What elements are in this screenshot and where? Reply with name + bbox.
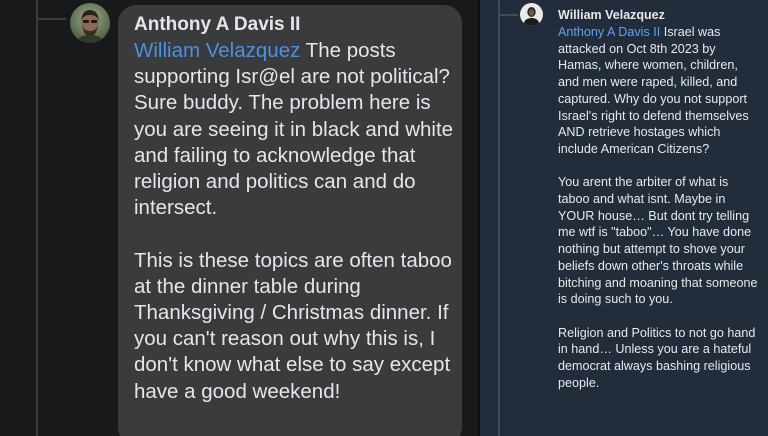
comment-text: The posts supporting Isr@el are not poli… — [134, 39, 454, 403]
comment-author[interactable]: William Velazquez — [558, 8, 665, 22]
mention-link[interactable]: William Velazquez — [134, 39, 300, 62]
mention-link[interactable]: Anthony A Davis II — [558, 25, 660, 39]
profile-photo-icon — [70, 3, 110, 43]
thread-connector — [498, 14, 518, 16]
comment-author[interactable]: Anthony A Davis II — [134, 14, 300, 36]
comment-text: Israel was attacked on Oct 8th 2023 by H… — [558, 25, 758, 390]
profile-photo-icon — [520, 3, 543, 26]
left-comment-panel: Anthony A Davis II William Velazquez The… — [0, 0, 480, 436]
comment-bubble-left: Anthony A Davis II William Velazquez The… — [118, 5, 462, 436]
avatar-anthony[interactable] — [70, 3, 110, 43]
thread-connector — [36, 18, 66, 20]
comment-bubble-right: William Velazquez Anthony A Davis II Isr… — [548, 3, 758, 436]
right-comment-panel: William Velazquez Anthony A Davis II Isr… — [480, 0, 768, 436]
thread-line — [36, 0, 38, 436]
comment-body: Anthony A Davis II Israel was attacked o… — [558, 24, 758, 391]
avatar-william[interactable] — [520, 3, 543, 26]
thread-line — [498, 0, 500, 436]
comment-body: William Velazquez The posts supporting I… — [134, 38, 454, 405]
